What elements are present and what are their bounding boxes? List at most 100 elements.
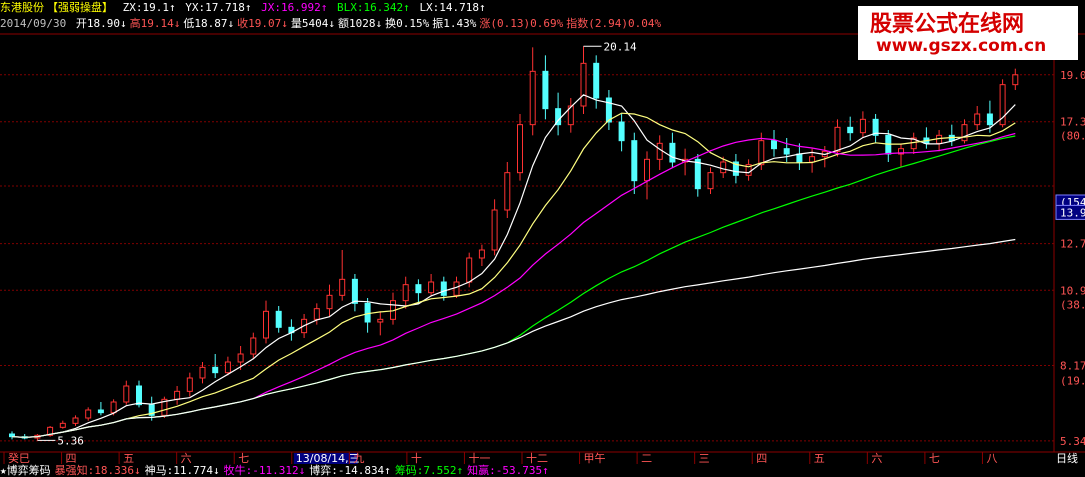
time-axis-label-8: 十一 bbox=[468, 451, 490, 465]
candle bbox=[377, 311, 384, 336]
time-axis-label-13: 四 bbox=[756, 452, 767, 465]
candle-body bbox=[529, 70, 536, 126]
candle-body bbox=[834, 126, 841, 152]
candle bbox=[478, 244, 485, 266]
time-axis-label-0: 癸巳 bbox=[8, 451, 30, 465]
candle bbox=[326, 284, 333, 317]
candle bbox=[936, 130, 943, 152]
candle bbox=[872, 114, 879, 144]
candle bbox=[631, 132, 638, 194]
time-axis-label-7: 十 bbox=[411, 451, 422, 465]
candle-body bbox=[440, 281, 447, 296]
candle-body bbox=[123, 385, 130, 403]
candle-body bbox=[771, 140, 777, 150]
candle bbox=[275, 306, 282, 333]
candle bbox=[923, 127, 930, 149]
candle bbox=[771, 130, 777, 157]
candle bbox=[517, 114, 523, 181]
candle-body bbox=[402, 284, 409, 302]
price-axis-label-7: (38.2%) bbox=[1060, 299, 1085, 312]
candle bbox=[224, 356, 231, 376]
candle-body bbox=[224, 361, 231, 374]
candle-body bbox=[605, 97, 612, 123]
candle-body bbox=[174, 390, 181, 400]
candle-body bbox=[212, 366, 219, 374]
candle-body bbox=[783, 148, 790, 155]
high-annotation-label: 20.14 bbox=[604, 40, 637, 53]
candle bbox=[364, 298, 371, 333]
candle-body bbox=[364, 302, 371, 323]
indicator-value-1: 暴强知:18.336↓ bbox=[54, 464, 141, 477]
candle-body bbox=[796, 153, 803, 163]
candle bbox=[656, 135, 663, 170]
candle bbox=[174, 386, 181, 405]
indicator-value-0: ★博弈筹码 bbox=[0, 464, 51, 477]
candle bbox=[1012, 68, 1019, 90]
candle-body bbox=[542, 70, 549, 110]
time-axis-label-9: 十二 bbox=[526, 451, 548, 465]
ma-line-yx bbox=[11, 112, 1016, 438]
candle bbox=[694, 154, 701, 197]
watermark: 股票公式在线网 www.gszx.com.cn bbox=[858, 6, 1078, 60]
candle-body bbox=[339, 278, 346, 296]
candle-body bbox=[275, 310, 282, 328]
candle-body bbox=[669, 142, 676, 163]
watermark-title: 股票公式在线网 bbox=[870, 12, 1025, 37]
candle bbox=[580, 46, 587, 114]
candle-body bbox=[72, 417, 79, 424]
candle bbox=[313, 303, 320, 325]
candle-body bbox=[758, 140, 765, 166]
candle bbox=[415, 279, 422, 304]
candle bbox=[123, 380, 130, 405]
time-axis-label-12: 三 bbox=[699, 452, 710, 465]
indicator-value-2: 神马:11.774↓ bbox=[144, 464, 220, 477]
price-axis-label-1: 17.31 bbox=[1060, 116, 1085, 129]
candle-body bbox=[199, 366, 206, 379]
candle bbox=[504, 162, 511, 218]
price-axis-label-0: 19.07 bbox=[1060, 69, 1085, 82]
time-axis-period: 日线 bbox=[1056, 451, 1078, 465]
candle-body bbox=[428, 281, 435, 294]
candle bbox=[428, 274, 435, 296]
price-axis-label-9: (19.1%) bbox=[1060, 375, 1085, 388]
candle bbox=[567, 98, 574, 133]
indicator-value-3: 牧牛:-11.312↓ bbox=[223, 464, 306, 477]
candle-body bbox=[631, 140, 638, 182]
candle-body bbox=[59, 422, 66, 428]
low-annotation-label: 5.36 bbox=[57, 434, 84, 447]
candle bbox=[555, 92, 562, 136]
candle-body bbox=[377, 318, 384, 323]
candle bbox=[263, 300, 269, 344]
candle-body bbox=[478, 249, 485, 259]
candle bbox=[339, 250, 346, 301]
candle bbox=[402, 276, 409, 309]
candle bbox=[59, 420, 66, 429]
price-axis-label-8: 8.17 bbox=[1060, 359, 1085, 372]
candle bbox=[288, 319, 295, 341]
candle-body bbox=[110, 401, 117, 414]
candlestick-chart[interactable]: 20.145.3619.0717.31(80.9%)(1548)13.9112.… bbox=[0, 0, 1085, 477]
candle-body bbox=[517, 124, 523, 174]
candle-body bbox=[466, 257, 473, 283]
candle bbox=[707, 167, 714, 194]
candle-body bbox=[1012, 74, 1019, 86]
candle-body bbox=[97, 409, 104, 414]
candle-body bbox=[694, 158, 701, 190]
candle bbox=[491, 199, 498, 256]
candle bbox=[669, 132, 676, 168]
indicator-value-4: 博弈:-14.834↑ bbox=[309, 464, 391, 477]
candle bbox=[796, 143, 803, 170]
candle-body bbox=[491, 209, 498, 251]
candle-body bbox=[656, 142, 663, 160]
time-axis-label-15: 六 bbox=[871, 452, 882, 465]
candle-body bbox=[237, 353, 244, 363]
candle-body bbox=[186, 377, 193, 392]
candle-body bbox=[707, 172, 714, 190]
ma-line-zx bbox=[11, 94, 1016, 438]
price-axis-label-10: 5.34 bbox=[1060, 435, 1085, 448]
indicator-value-5: 筹码:7.552↑ bbox=[394, 464, 464, 477]
candle-body bbox=[961, 124, 968, 142]
candle bbox=[186, 372, 193, 397]
candle bbox=[999, 79, 1006, 128]
candle-body bbox=[580, 62, 587, 107]
